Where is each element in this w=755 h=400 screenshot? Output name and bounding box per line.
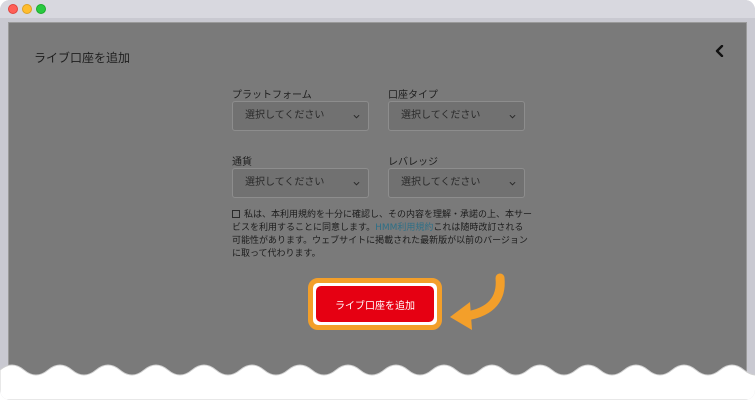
chevron-down-icon — [353, 114, 360, 119]
add-live-account-button-label: ライブ口座を追加 — [335, 300, 415, 312]
curved-arrow-icon — [450, 273, 505, 330]
maximize-window-button[interactable] — [36, 4, 46, 14]
terms-link[interactable]: HMM利用規約 — [375, 223, 433, 233]
torn-edge-divider — [0, 364, 755, 400]
terms-checkbox[interactable] — [232, 210, 240, 218]
platform-select-value: 選択してください — [245, 110, 325, 121]
account-type-select[interactable]: 選択してください — [388, 101, 525, 131]
currency-label: 通貨 — [232, 157, 252, 168]
platform-label: プラットフォーム — [232, 90, 312, 101]
currency-select[interactable]: 選択してください — [232, 168, 369, 198]
currency-select-value: 選択してください — [245, 177, 325, 188]
back-button[interactable] — [712, 43, 728, 59]
chevron-down-icon — [509, 181, 516, 186]
window-titlebar — [0, 0, 755, 18]
chevron-down-icon — [353, 181, 360, 186]
leverage-label: レバレッジ — [388, 157, 438, 168]
close-window-button[interactable] — [8, 4, 18, 14]
add-live-account-button[interactable]: ライブ口座を追加 — [316, 286, 434, 322]
chevron-left-icon — [715, 45, 724, 57]
minimize-window-button[interactable] — [22, 4, 32, 14]
screenshot-frame: ライブ口座を追加 プラットフォーム 選択してください 口座タイプ 選択してくださ… — [0, 0, 755, 400]
account-type-select-value: 選択してください — [401, 110, 481, 121]
platform-select[interactable]: 選択してください — [232, 101, 369, 131]
page-title: ライブ口座を追加 — [34, 51, 131, 65]
chevron-down-icon — [509, 114, 516, 119]
account-type-label: 口座タイプ — [388, 90, 438, 101]
terms-agreement: 私は、本利用規約を十分に確認し、その内容を理解・承諾の上、本サービスを利用するこ… — [232, 209, 532, 261]
leverage-select-value: 選択してください — [401, 177, 481, 188]
leverage-select[interactable]: 選択してください — [388, 168, 525, 198]
